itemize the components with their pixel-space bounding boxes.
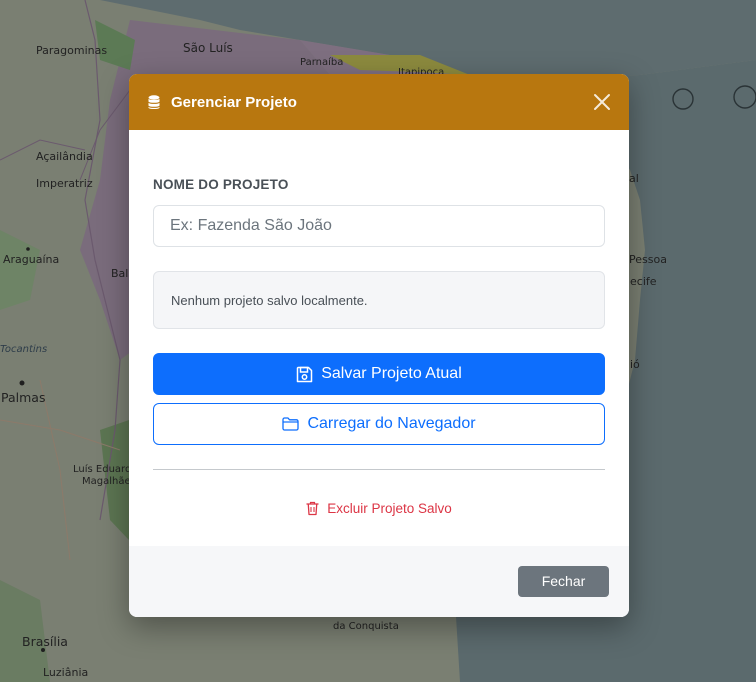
load-from-browser-button[interactable]: Carregar do Navegador bbox=[153, 403, 605, 445]
load-from-browser-label: Carregar do Navegador bbox=[307, 415, 476, 432]
project-name-input[interactable] bbox=[153, 205, 605, 247]
manage-project-modal: Gerenciar Projeto NOME DO PROJETO Nenhum… bbox=[129, 74, 629, 617]
info-text: Nenhum projeto salvo localmente. bbox=[171, 292, 368, 308]
floppy-disk-icon bbox=[296, 366, 313, 383]
save-project-label: Salvar Projeto Atual bbox=[321, 365, 462, 382]
delete-saved-project-link[interactable]: Excluir Projeto Salvo bbox=[153, 501, 605, 516]
database-icon bbox=[148, 94, 162, 110]
close-button[interactable]: Fechar bbox=[518, 565, 609, 597]
save-project-button[interactable]: Salvar Projeto Atual bbox=[153, 353, 605, 395]
project-name-label: NOME DO PROJETO bbox=[153, 177, 289, 192]
modal-body: NOME DO PROJETO Nenhum projeto salvo loc… bbox=[129, 130, 629, 516]
modal-header: Gerenciar Projeto bbox=[129, 74, 629, 130]
delete-saved-project-label: Excluir Projeto Salvo bbox=[327, 501, 452, 516]
modal-title: Gerenciar Projeto bbox=[171, 93, 297, 111]
close-icon[interactable] bbox=[591, 91, 613, 113]
folder-icon bbox=[282, 417, 300, 431]
saved-projects-info: Nenhum projeto salvo localmente. bbox=[153, 271, 605, 329]
modal-footer: Fechar bbox=[129, 546, 629, 617]
trash-icon bbox=[306, 501, 319, 516]
divider bbox=[153, 469, 605, 470]
